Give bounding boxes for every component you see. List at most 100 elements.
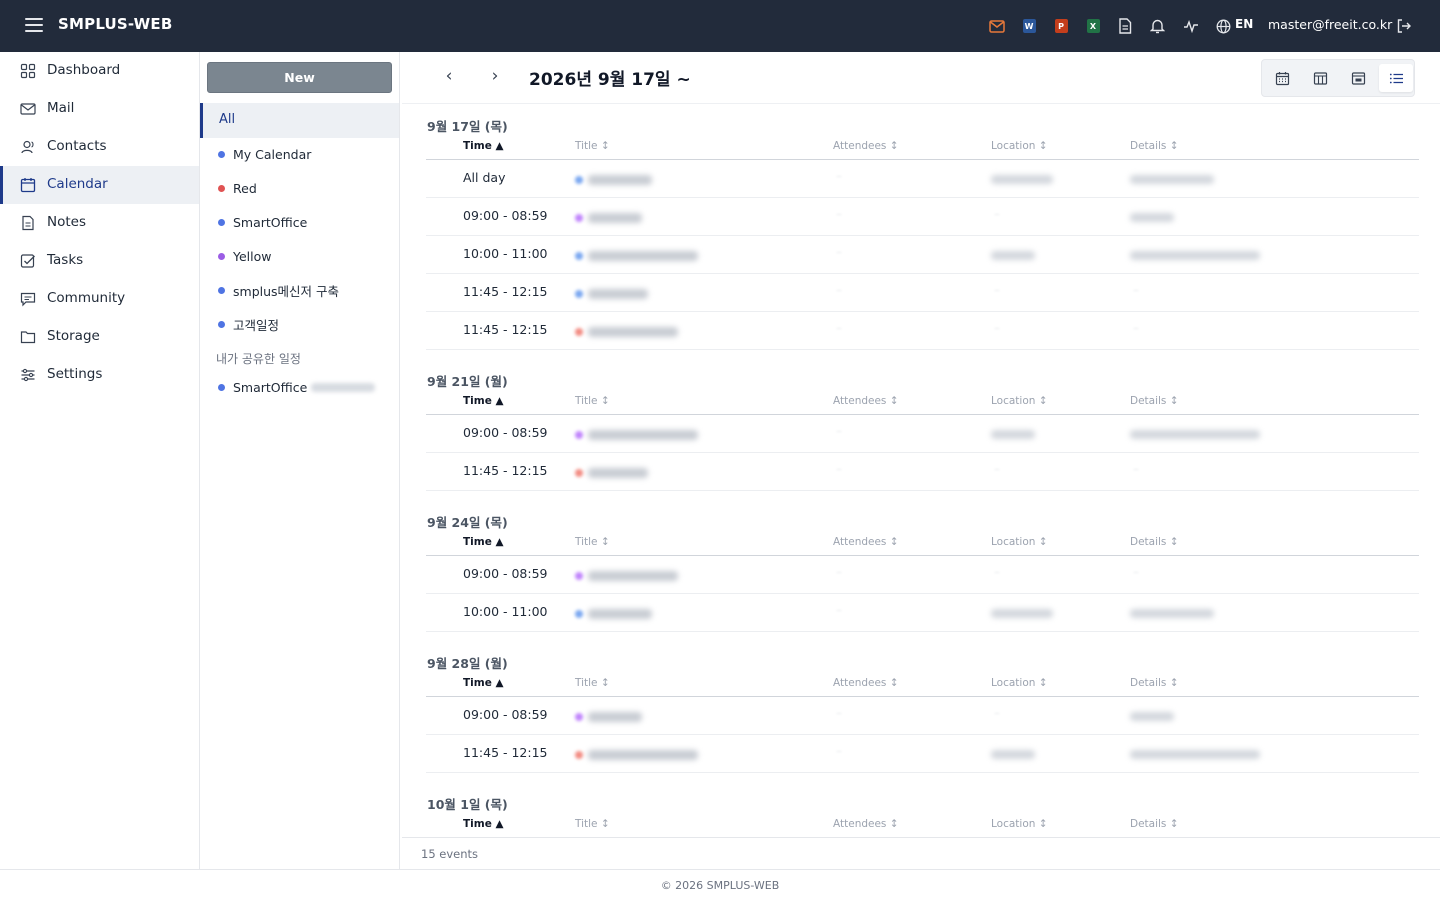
user-email[interactable]: master@freeit.co.kr (1268, 17, 1392, 32)
powerpoint-icon[interactable]: P (1052, 17, 1070, 35)
word-icon[interactable]: W (1020, 17, 1038, 35)
sidebar-item-storage[interactable]: Storage (0, 318, 199, 356)
column-header-location[interactable]: Location ↕ (991, 395, 1048, 407)
sidebar-item-mail[interactable]: Mail (0, 90, 199, 128)
excel-icon[interactable]: X (1084, 17, 1102, 35)
day-view-icon[interactable] (1341, 64, 1375, 92)
event-row[interactable]: 11:45 - 12:15 – – – (426, 274, 1419, 312)
event-row[interactable]: 11:45 - 12:15 – – – (426, 453, 1419, 491)
column-header-details[interactable]: Details ↕ (1130, 395, 1179, 407)
column-header-attendees[interactable]: Attendees ↕ (833, 395, 899, 407)
column-header-details[interactable]: Details ↕ (1130, 818, 1179, 830)
event-row[interactable]: 10:00 - 11:00 – (426, 594, 1419, 632)
calendar-item-label: SmartOffice (233, 379, 308, 395)
event-title[interactable] (575, 430, 698, 440)
settings-icon (20, 367, 36, 383)
mail-icon[interactable] (988, 17, 1006, 35)
sidebar-item-settings[interactable]: Settings (0, 356, 199, 394)
column-header-time[interactable]: Time ▲ (463, 140, 504, 152)
event-row[interactable]: 09:00 - 08:59 – – (426, 697, 1419, 735)
new-event-button[interactable]: New (207, 62, 392, 93)
event-time: 11:45 - 12:15 (463, 322, 548, 337)
calendar-item-label: Yellow (233, 248, 272, 264)
hamburger-menu-icon[interactable] (25, 18, 43, 32)
column-header-title[interactable]: Title ↕ (575, 677, 610, 689)
event-title[interactable] (575, 175, 652, 185)
week-view-icon[interactable] (1303, 64, 1337, 92)
column-header-title[interactable]: Title ↕ (575, 818, 610, 830)
event-title[interactable] (575, 289, 648, 299)
event-title[interactable] (575, 327, 678, 337)
app-brand[interactable]: SMPLUS-WEB (58, 15, 173, 33)
event-title[interactable] (575, 750, 698, 760)
event-title[interactable] (575, 213, 642, 223)
sidebar-item-notes[interactable]: Notes (0, 204, 199, 242)
calendar-item-customer-schedule[interactable]: 고객일정 (218, 314, 279, 334)
event-color-dot (575, 751, 583, 759)
language-selector[interactable]: EN (1235, 17, 1253, 31)
column-header-details[interactable]: Details ↕ (1130, 140, 1179, 152)
calendar-item-my-calendar[interactable]: My Calendar (218, 144, 311, 164)
event-title[interactable] (575, 712, 642, 722)
calendar-toolbar: ‹ › 2026년 9월 17일 ~ (402, 52, 1440, 104)
bell-icon[interactable] (1148, 17, 1166, 35)
column-header-location[interactable]: Location ↕ (991, 536, 1048, 548)
sidebar-item-calendar[interactable]: Calendar (0, 166, 199, 204)
sidebar-item-tasks[interactable]: Tasks (0, 242, 199, 280)
calendar-color-dot (218, 383, 225, 391)
activity-icon[interactable] (1182, 17, 1200, 35)
calendar-item-smartoffice[interactable]: SmartOffice (218, 212, 307, 232)
event-color-dot (575, 713, 583, 721)
sidebar-item-label: Contacts (47, 138, 107, 154)
day-group: 9월 17일 (목) Time ▲ Title ↕ Attendees ↕ Locati… (426, 116, 1419, 350)
column-header-title[interactable]: Title ↕ (575, 536, 610, 548)
event-row[interactable]: 09:00 - 08:59 – (426, 415, 1419, 453)
event-title[interactable] (575, 251, 698, 261)
column-header-location[interactable]: Location ↕ (991, 677, 1048, 689)
column-header-time[interactable]: Time ▲ (463, 536, 504, 548)
sidebar-item-dashboard[interactable]: Dashboard (0, 52, 199, 90)
event-row[interactable]: 11:45 - 12:15 – – – (426, 312, 1419, 350)
event-row[interactable]: 09:00 - 08:59 – – (426, 198, 1419, 236)
column-header-location[interactable]: Location ↕ (991, 140, 1048, 152)
column-header-location[interactable]: Location ↕ (991, 818, 1048, 830)
event-row[interactable]: 10:00 - 11:00 – (426, 236, 1419, 274)
calendar-item-red[interactable]: Red (218, 178, 257, 198)
event-list[interactable]: 9월 17일 (목) Time ▲ Title ↕ Attendees ↕ Locati… (402, 104, 1440, 837)
sidebar-item-community[interactable]: Community (0, 280, 199, 318)
list-view-icon[interactable] (1379, 64, 1413, 92)
document-icon[interactable] (1116, 17, 1134, 35)
day-group: 9월 24일 (목) Time ▲ Title ↕ Attendees ↕ Locati… (426, 512, 1419, 632)
calendar-item-label: My Calendar (233, 146, 312, 162)
column-header-time[interactable]: Time ▲ (463, 677, 504, 689)
column-header-title[interactable]: Title ↕ (575, 395, 610, 407)
logout-icon[interactable] (1395, 17, 1413, 35)
column-header-details[interactable]: Details ↕ (1130, 536, 1179, 548)
calendar-item-yellow[interactable]: Yellow (218, 246, 271, 266)
globe-icon[interactable] (1214, 17, 1232, 35)
event-title[interactable] (575, 571, 678, 581)
calendar-filter-all[interactable]: All (200, 103, 399, 138)
column-header-attendees[interactable]: Attendees ↕ (833, 818, 899, 830)
sidebar-item-contacts[interactable]: Contacts (0, 128, 199, 166)
event-title[interactable] (575, 468, 648, 478)
calendar-color-dot (218, 150, 225, 158)
calendar-color-dot (218, 218, 225, 226)
event-row[interactable]: All day – (426, 160, 1419, 198)
calendar-item-smplus-messenger[interactable]: smplus메신저 구축 (218, 280, 339, 300)
prev-period-button[interactable]: ‹ (439, 66, 459, 86)
sidebar-item-label: Settings (47, 366, 103, 382)
column-header-attendees[interactable]: Attendees ↕ (833, 140, 899, 152)
column-header-attendees[interactable]: Attendees ↕ (833, 536, 899, 548)
next-period-button[interactable]: › (485, 66, 505, 86)
shared-calendar-item-smartoffice[interactable]: SmartOffice (218, 377, 376, 397)
event-row[interactable]: 11:45 - 12:15 – (426, 735, 1419, 773)
month-view-icon[interactable] (1265, 64, 1299, 92)
column-header-attendees[interactable]: Attendees ↕ (833, 677, 899, 689)
event-title[interactable] (575, 609, 652, 619)
event-row[interactable]: 09:00 - 08:59 – – – (426, 556, 1419, 594)
column-header-details[interactable]: Details ↕ (1130, 677, 1179, 689)
column-header-time[interactable]: Time ▲ (463, 818, 504, 830)
column-header-title[interactable]: Title ↕ (575, 140, 610, 152)
column-header-time[interactable]: Time ▲ (463, 395, 504, 407)
